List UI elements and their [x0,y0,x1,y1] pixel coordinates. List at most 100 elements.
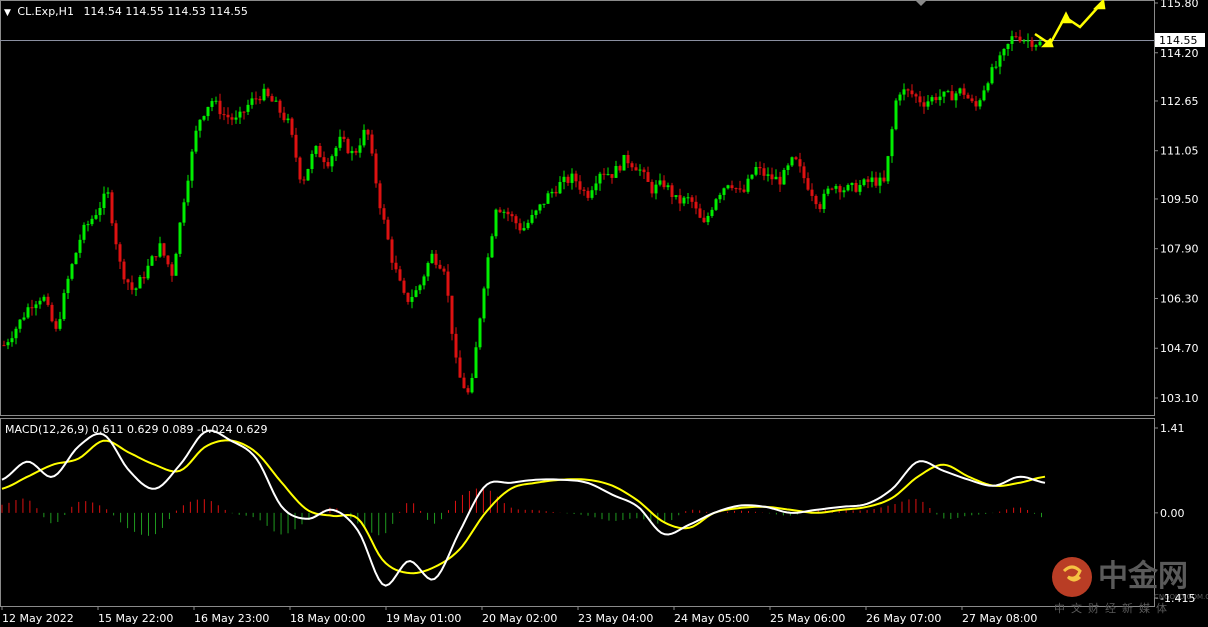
candle-body [730,185,734,189]
candle-body [338,136,342,148]
candle-body [966,94,970,99]
candle-body [886,156,890,182]
candle-body [298,157,302,180]
macd-pane[interactable] [0,418,1155,607]
candle-body [126,279,130,283]
watermark-sub: 中文财经新媒体 [1054,601,1173,615]
time-axis[interactable]: 12 May 2022 15 May 22:00 16 May 23:00 18 Ma… [1,606,1037,625]
candle-body [606,174,610,176]
candle-body [226,114,230,118]
candle-body [670,185,674,197]
candle-body [890,129,894,157]
candle-body [710,209,714,216]
candle-body [918,96,922,103]
candle-body [866,179,870,182]
time-tick-label: 23 May 04:00 [578,612,653,625]
candle-body [1026,40,1030,42]
candle-body [78,239,82,253]
price-tick-label: 104.70 [1160,342,1199,355]
candle-body [90,218,94,225]
candle-body [682,197,686,204]
candle-body [906,89,910,91]
macd-tick-label: 0.00 [1160,507,1185,520]
candle-body [938,96,942,101]
candle-body [398,269,402,281]
candle-body [438,264,442,269]
candle-body [594,183,598,191]
candle-body [694,201,698,209]
candle-body [390,239,394,263]
chart-window: 中金网 中文财经新媒体 CNGOLD.COM.CN ▼ CL.Exp,H1 11… [0,0,1208,625]
candle-body [1018,36,1022,42]
candle-body [238,111,242,118]
candle-body [534,210,538,215]
candle-body [950,91,954,101]
candle-body [294,134,298,158]
candle-body [750,174,754,179]
candle-body [314,145,318,154]
candle-body [706,215,710,223]
candle-body [190,151,194,181]
candle-body [386,219,390,240]
candle-body [498,209,502,213]
candle-body [870,177,874,182]
candle-body [198,119,202,131]
candle-body [526,222,530,229]
time-tick-label: 16 May 23:00 [194,612,269,625]
candle-body [734,188,738,190]
candle-body [42,296,46,301]
price-pane[interactable] [0,0,1155,416]
price-tick-label: 112.65 [1160,95,1199,108]
candle-body [770,174,774,180]
candle-body [990,67,994,84]
candle-body [686,197,690,199]
candle-body [278,100,282,113]
candle-body [282,112,286,121]
candle-body [34,304,38,309]
candle-body [110,192,114,224]
price-tick-label: 114.20 [1160,47,1199,60]
candle-body [1010,36,1014,44]
price-axis[interactable]: 115.80 114.20 112.65 111.05 109.50 107.90 106.… [1154,0,1199,405]
candle-body [250,98,254,105]
ohlc-label: 114.54 114.55 114.53 114.55 [83,5,247,18]
candle-body [858,185,862,192]
candle-body [778,176,782,185]
candle-body [18,319,22,329]
candle-body [158,243,162,257]
candle-body [26,307,30,318]
candle-body [898,94,902,101]
watermark: 中金网 中文财经新媒体 CNGOLD.COM.CN [1052,557,1208,615]
header-dropdown-icon[interactable]: ▼ [4,8,11,18]
candle-body [290,118,294,135]
candle-body [818,204,822,210]
candle-body [138,277,142,289]
candle-body [926,101,930,107]
candle-body [102,193,106,209]
candle-body [318,145,322,158]
candle-body [622,155,626,171]
candle-body [418,285,422,291]
candle-body [74,252,78,265]
candle-body [850,182,854,186]
candle-body [674,195,678,197]
candle-body [586,190,590,198]
candle-body [790,157,794,166]
candle-body [650,181,654,194]
candle-body [922,102,926,107]
candle-body [70,264,74,279]
candle-body [854,182,858,192]
candle-body [698,208,702,218]
candle-body [374,153,378,184]
candle-body [590,190,594,198]
candle-body [514,216,518,224]
candle-body [330,156,334,167]
candle-body [342,136,346,139]
candle-body [1006,43,1010,49]
candle-body [346,138,350,154]
candle-body [506,211,510,215]
macd-header: MACD(12,26,9) 0.611 0.629 0.089 -0.024 0… [5,423,267,436]
candle-body [358,145,362,153]
candle-body [662,180,666,188]
candle-body [142,277,146,279]
